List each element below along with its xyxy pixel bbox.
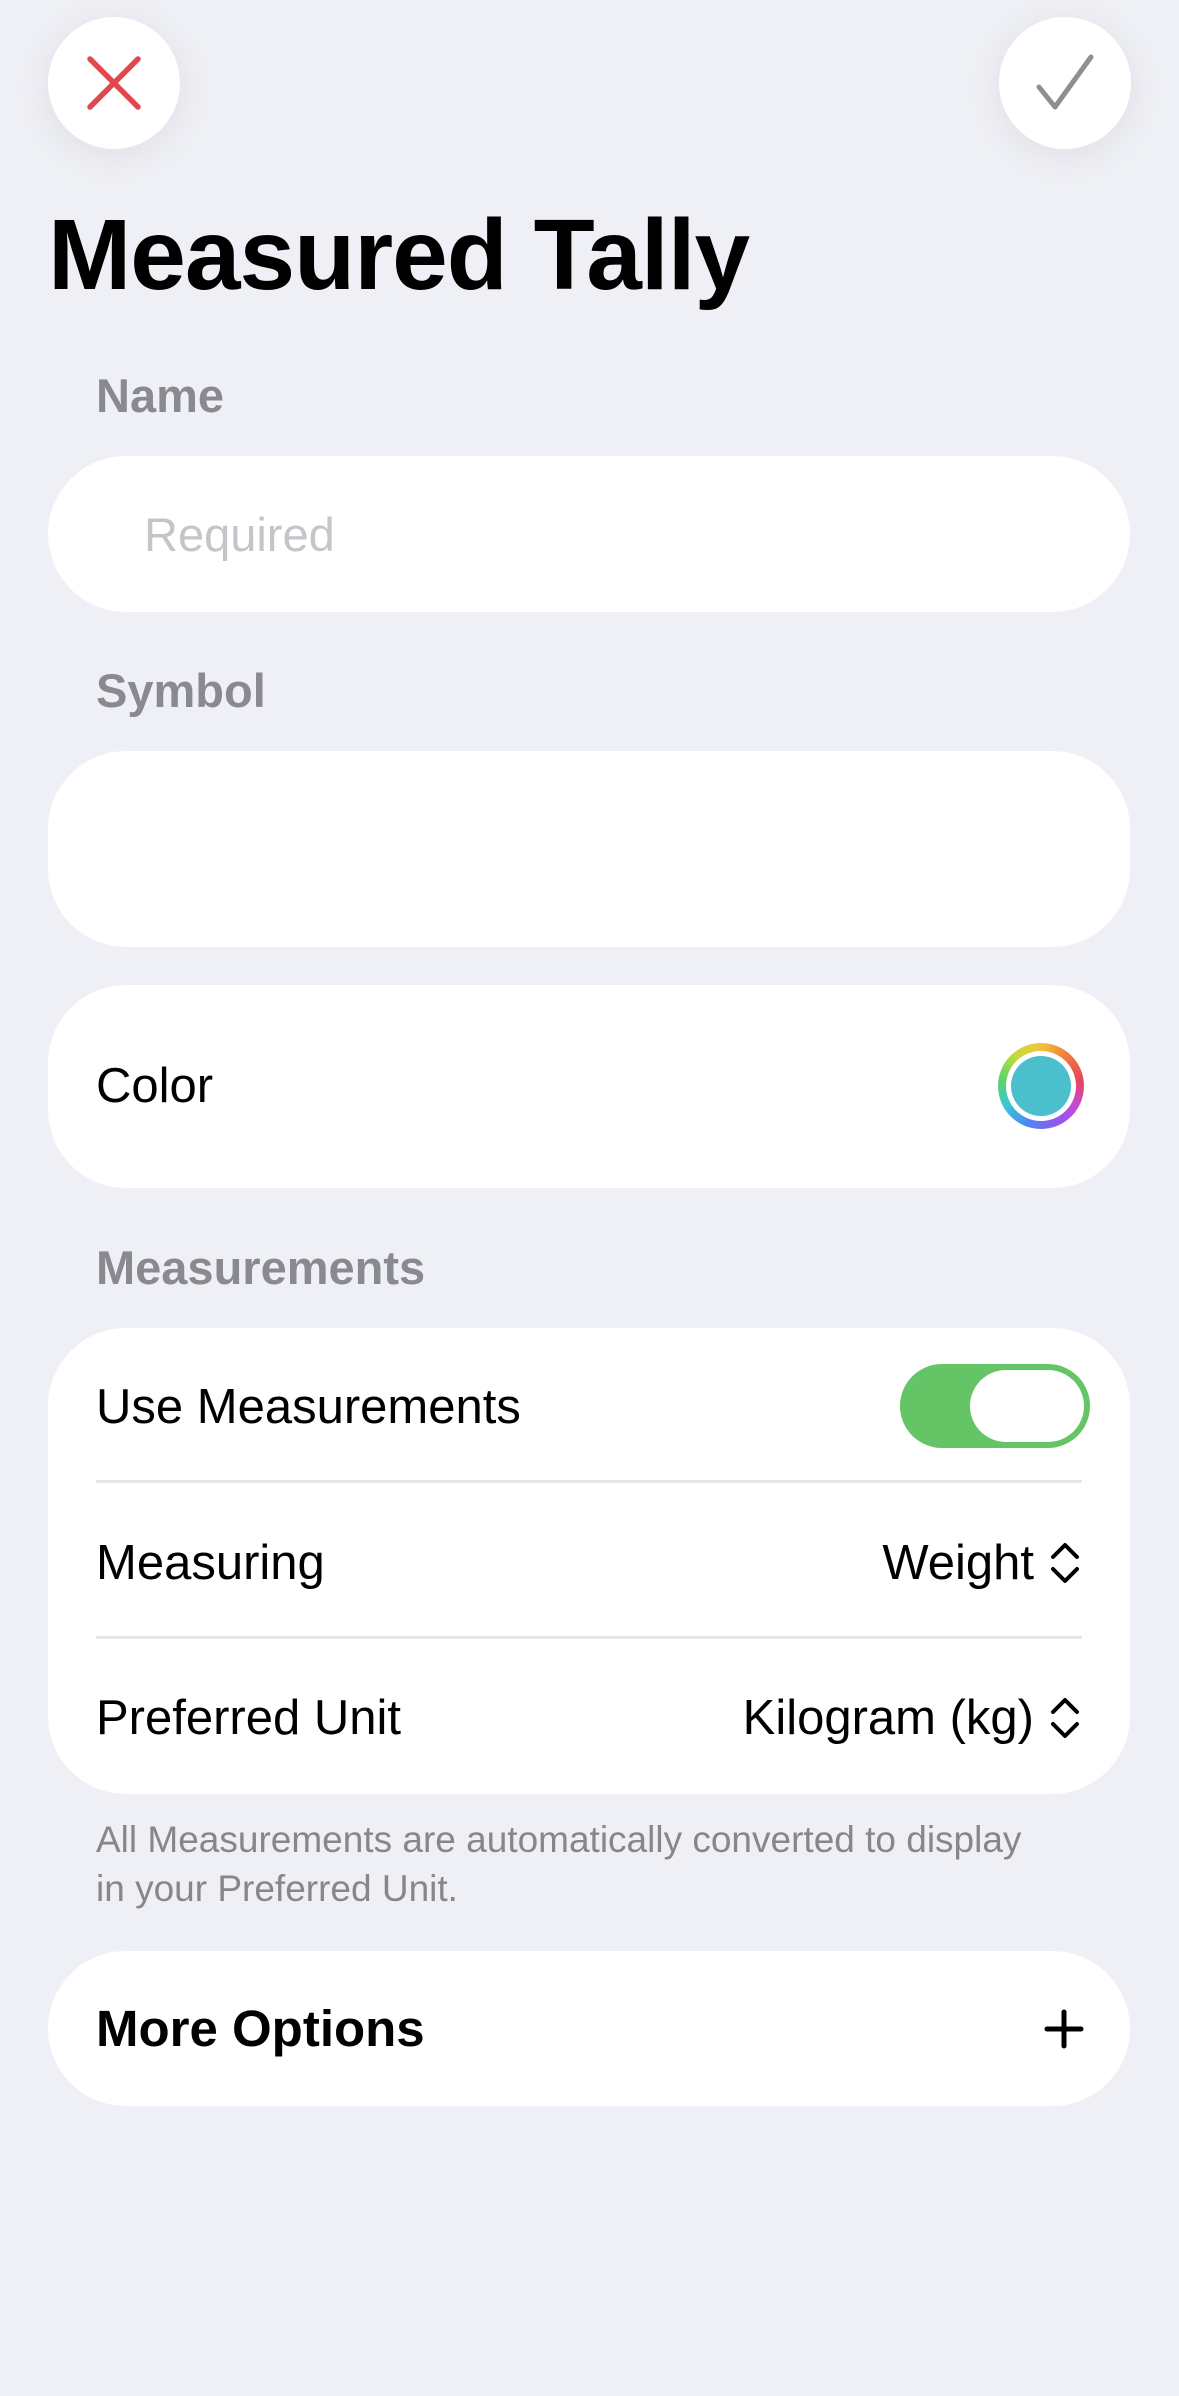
close-button[interactable]: [48, 17, 180, 149]
measuring-label: Measuring: [96, 1536, 325, 1590]
more-options-row[interactable]: More Options: [48, 1951, 1130, 2106]
preferred-unit-value: Kilogram (kg): [742, 1691, 1034, 1745]
divider: [96, 1636, 1082, 1639]
use-measurements-label: Use Measurements: [96, 1380, 521, 1434]
color-well-ring: [1006, 1051, 1076, 1121]
measurements-card: Use Measurements Measuring Weight Prefer…: [48, 1328, 1130, 1794]
checkmark-icon: [1036, 54, 1094, 110]
name-field-card: [48, 456, 1130, 612]
close-icon: [87, 56, 141, 110]
plus-icon: [1044, 2009, 1084, 2049]
divider: [96, 1480, 1082, 1483]
symbol-section-label: Symbol: [96, 664, 266, 717]
use-measurements-toggle[interactable]: [900, 1364, 1090, 1448]
color-row[interactable]: Color: [48, 985, 1130, 1188]
measuring-picker[interactable]: Weight: [882, 1535, 1082, 1591]
preferred-unit-label: Preferred Unit: [96, 1691, 402, 1745]
measurements-section-label: Measurements: [96, 1241, 426, 1294]
toggle-knob: [970, 1370, 1084, 1442]
name-section-label: Name: [96, 369, 225, 422]
measuring-value: Weight: [882, 1536, 1034, 1590]
chevron-up-down-icon: [1051, 1698, 1079, 1738]
name-input[interactable]: [144, 456, 1104, 612]
measurements-footnote: All Measurements are automatically conve…: [96, 1819, 1022, 1909]
more-options-label: More Options: [96, 2000, 425, 2057]
selected-color-swatch: [1011, 1056, 1071, 1116]
preferred-unit-picker[interactable]: Kilogram (kg): [743, 1690, 1082, 1746]
chevron-up-down-icon: [1051, 1543, 1079, 1583]
page-title: Measured Tally: [48, 199, 750, 311]
color-wheel-icon[interactable]: [998, 1043, 1084, 1129]
done-button[interactable]: [999, 17, 1131, 149]
symbol-field[interactable]: [48, 751, 1130, 947]
color-label: Color: [96, 1059, 214, 1113]
